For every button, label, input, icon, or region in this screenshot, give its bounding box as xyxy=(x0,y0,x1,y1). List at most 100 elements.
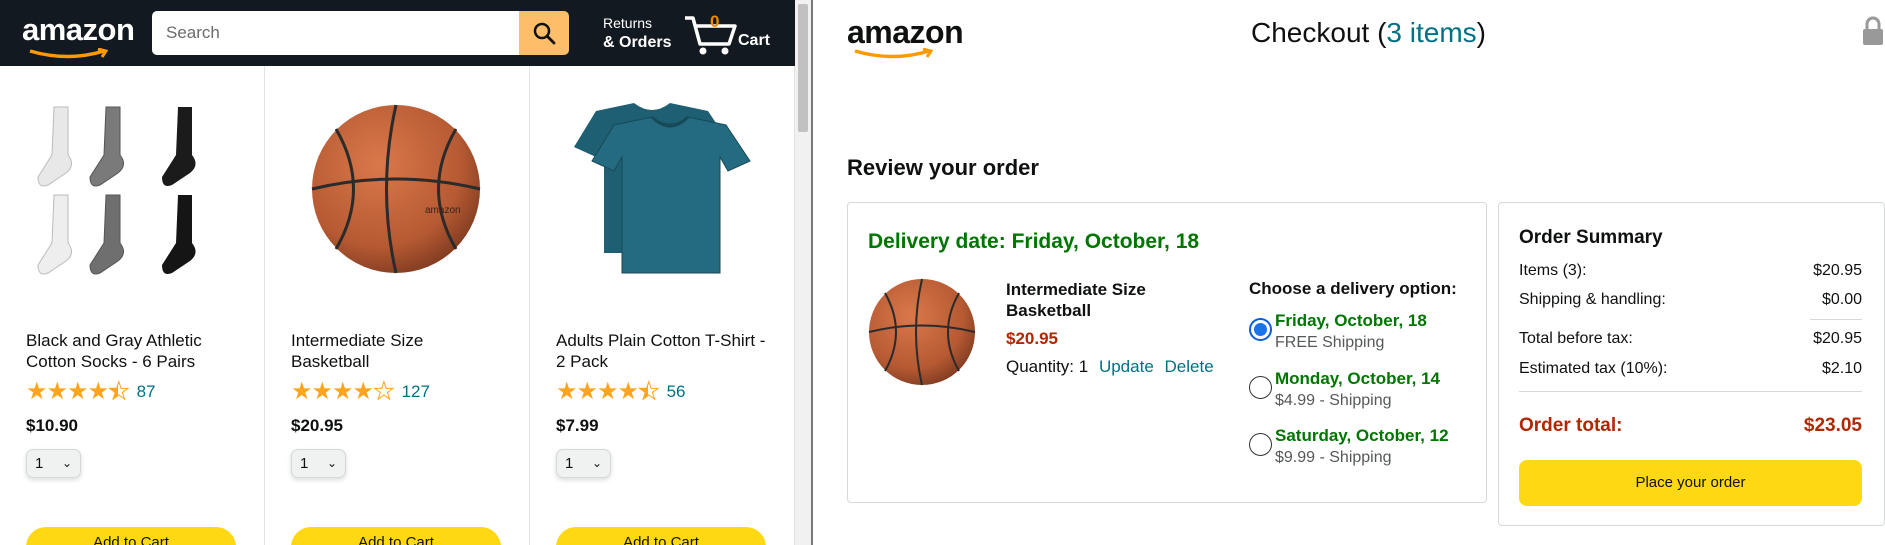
delivery-option-shipping: $4.99 - Shipping xyxy=(1275,392,1392,409)
item-name: Intermediate Size Basketball xyxy=(1006,280,1146,320)
product-price: $20.95 xyxy=(291,416,343,435)
item-price: $20.95 xyxy=(1006,329,1058,348)
delivery-option[interactable]: Saturday, October, 12 $9.99 - Shipping xyxy=(1249,426,1479,476)
scrollbar[interactable] xyxy=(795,0,811,545)
order-summary: Order Summary Items (3): $20.95 Shipping… xyxy=(1498,202,1885,526)
product-rating[interactable]: ★★★★★ 127 xyxy=(291,378,430,405)
svg-text:amazon: amazon xyxy=(425,205,461,216)
delivery-option[interactable]: Friday, October, 18 FREE Shipping xyxy=(1249,311,1479,361)
update-link[interactable]: Update xyxy=(1099,357,1154,376)
divider xyxy=(1519,391,1862,392)
rating-count[interactable]: 56 xyxy=(667,382,686,402)
quantity-value: 1 xyxy=(35,455,44,472)
summary-value: $2.10 xyxy=(1821,360,1862,377)
summary-label: Total before tax: xyxy=(1519,330,1633,347)
product-rating[interactable]: ★★★★★★ 56 xyxy=(556,378,686,405)
delivery-options-heading: Choose a delivery option: xyxy=(1249,279,1457,298)
quantity-value: 1 xyxy=(300,455,309,472)
add-to-cart-button[interactable]: Add to Cart xyxy=(291,527,501,545)
checkout-pane: amazon Checkout (3 items) Review your or… xyxy=(813,0,1885,545)
radio-button[interactable] xyxy=(1249,318,1272,341)
review-title: Review your order xyxy=(847,155,1039,180)
title-prefix: Checkout ( xyxy=(1251,17,1387,48)
logo-text: amazon xyxy=(22,12,135,47)
store-pane: amazon Returns & Orders 0 Cart xyxy=(0,0,795,545)
order-total-label: Order total: xyxy=(1519,415,1623,436)
product-rating[interactable]: ★★★★★★ 87 xyxy=(26,378,156,405)
quantity-select[interactable]: 1 ⌄ xyxy=(291,449,346,478)
returns-orders-link[interactable]: Returns & Orders xyxy=(603,14,671,52)
product-name[interactable]: Intermediate Size Basketball xyxy=(291,330,506,372)
product-card: Black and Gray Athletic Cotton Socks - 6… xyxy=(0,66,265,545)
product-price: $7.99 xyxy=(556,416,599,435)
delivery-option-date: Friday, October, 18 xyxy=(1275,311,1427,330)
delivery-option[interactable]: Monday, October, 14 $4.99 - Shipping xyxy=(1249,369,1479,419)
summary-title: Order Summary xyxy=(1519,227,1663,248)
chevron-down-icon: ⌄ xyxy=(61,456,72,470)
summary-label: Estimated tax (10%): xyxy=(1519,360,1668,377)
smile-arrow-icon xyxy=(29,48,108,59)
star-rating-icon: ★★★★★★ xyxy=(26,378,130,405)
lock-icon xyxy=(1863,16,1883,45)
summary-value: $0.00 xyxy=(1821,291,1862,308)
search-button[interactable] xyxy=(519,11,569,55)
radio-button[interactable] xyxy=(1249,433,1272,456)
amazon-logo[interactable]: amazon xyxy=(847,14,964,59)
radio-button[interactable] xyxy=(1249,376,1272,399)
divider xyxy=(1810,319,1862,320)
summary-label: Shipping & handling: xyxy=(1519,291,1666,308)
tshirts-image xyxy=(574,103,751,274)
amazon-logo[interactable]: amazon xyxy=(22,12,135,59)
product-card: Adults Plain Cotton T-Shirt - 2 Pack ★★★… xyxy=(530,66,795,545)
rating-count[interactable]: 87 xyxy=(137,382,156,402)
place-order-button[interactable]: Place your order xyxy=(1519,460,1862,506)
product-name[interactable]: Black and Gray Athletic Cotton Socks - 6… xyxy=(26,330,241,372)
add-to-cart-button[interactable]: Add to Cart xyxy=(556,527,766,545)
search-icon xyxy=(533,22,556,45)
quantity-select[interactable]: 1 ⌄ xyxy=(556,449,611,478)
summary-items-row: Items (3): $20.95 xyxy=(1519,262,1862,280)
summary-value: $20.95 xyxy=(1813,262,1862,279)
rating-count[interactable]: 127 xyxy=(402,382,430,402)
cart-label: Cart xyxy=(738,32,771,49)
title-suffix: ) xyxy=(1476,17,1486,48)
product-grid: Black and Gray Athletic Cotton Socks - 6… xyxy=(0,66,795,545)
delivery-option-date: Monday, October, 14 xyxy=(1275,369,1441,388)
star-rating-icon: ★★★★★ xyxy=(291,378,395,405)
logo-text: amazon xyxy=(847,14,964,50)
delete-link[interactable]: Delete xyxy=(1165,357,1214,376)
product-card: amazon Intermediate Size Basketball ★★★★… xyxy=(265,66,530,545)
cart-link[interactable]: 0 Cart xyxy=(683,10,773,56)
checkout-title: Checkout (3 items) xyxy=(1251,17,1486,49)
store-header: amazon Returns & Orders 0 Cart xyxy=(0,0,795,66)
summary-label: Items (3): xyxy=(1519,262,1587,279)
orders-label: & Orders xyxy=(603,34,672,51)
chevron-down-icon: ⌄ xyxy=(591,456,602,470)
returns-label: Returns xyxy=(603,15,653,31)
order-total-row: Order total: $23.05 xyxy=(1519,415,1862,437)
quantity-value: 1 xyxy=(565,455,574,472)
summary-tax-row: Estimated tax (10%): $2.10 xyxy=(1519,360,1862,378)
add-to-cart-button[interactable]: Add to Cart xyxy=(26,527,236,545)
summary-shipping-row: Shipping & handling: $0.00 xyxy=(1519,291,1862,309)
items-count-link[interactable]: 3 items xyxy=(1386,17,1476,48)
order-item-box: Delivery date: Friday, October, 18 Inter… xyxy=(847,202,1487,503)
product-name[interactable]: Adults Plain Cotton T-Shirt - 2 Pack xyxy=(556,330,771,372)
search-input[interactable] xyxy=(152,11,519,55)
delivery-option-date: Saturday, October, 12 xyxy=(1275,426,1449,445)
basketball-thumbnail xyxy=(868,278,976,386)
cart-count: 0 xyxy=(710,12,720,31)
quantity-select[interactable]: 1 ⌄ xyxy=(26,449,81,478)
delivery-option-shipping: FREE Shipping xyxy=(1275,334,1385,351)
quantity-label: Quantity: 1 xyxy=(1006,357,1089,376)
delivery-option-shipping: $9.99 - Shipping xyxy=(1275,449,1392,466)
scrollbar-thumb[interactable] xyxy=(798,4,808,132)
smile-arrow-icon xyxy=(854,48,933,59)
chevron-down-icon: ⌄ xyxy=(326,456,337,470)
order-total-value: $23.05 xyxy=(1803,415,1862,436)
delivery-date: Delivery date: Friday, October, 18 xyxy=(868,230,1200,253)
summary-value: $20.95 xyxy=(1813,330,1862,347)
product-price: $10.90 xyxy=(26,416,78,435)
star-rating-icon: ★★★★★★ xyxy=(556,378,660,405)
summary-before-tax-row: Total before tax: $20.95 xyxy=(1519,330,1862,348)
